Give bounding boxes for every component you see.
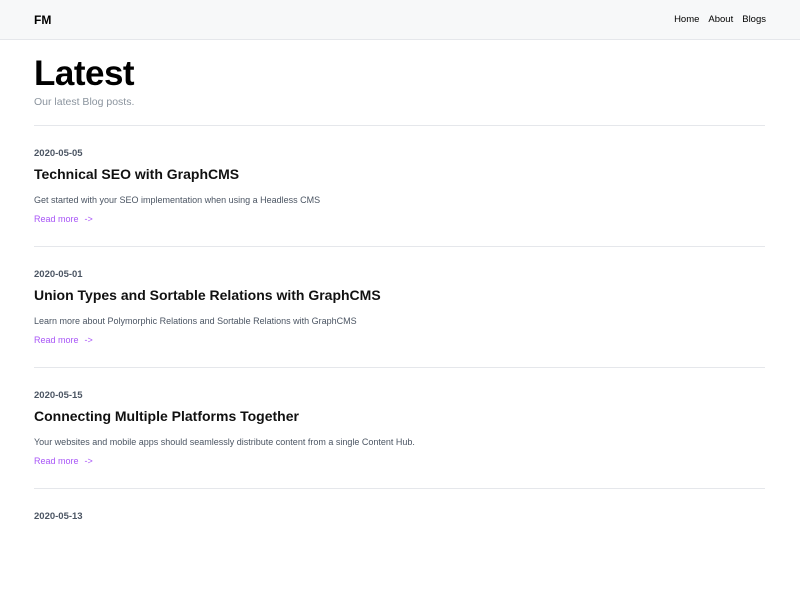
page-title: Latest [34, 54, 135, 93]
nav-about-link[interactable]: About [708, 14, 733, 25]
read-more-link[interactable]: Read more -> [34, 214, 93, 224]
nav-blogs-link[interactable]: Blogs [742, 14, 766, 25]
post-excerpt: Your websites and mobile apps should sea… [34, 437, 415, 447]
page-subtitle: Our latest Blog posts. [34, 96, 135, 108]
read-more-link[interactable]: Read more -> [34, 456, 93, 466]
post-item: 2020-05-01 Union Types and Sortable Rela… [34, 247, 765, 368]
main-content: Latest Our latest Blog posts. 2020-05-05… [34, 40, 765, 610]
main-nav: Home About Blogs [674, 14, 766, 25]
post-date: 2020-05-05 [34, 148, 83, 159]
post-title[interactable]: Technical SEO with GraphCMS [34, 166, 239, 182]
post-excerpt: Learn more about Polymorphic Relations a… [34, 316, 357, 326]
post-item: 2020-05-15 Connecting Multiple Platforms… [34, 368, 765, 489]
arrow-right-icon: -> [84, 456, 93, 466]
post-excerpt: Get started with your SEO implementation… [34, 195, 321, 205]
post-title[interactable]: Connecting Multiple Platforms Together [34, 408, 299, 424]
read-more-link[interactable]: Read more -> [34, 335, 93, 345]
top-navbar: FM Home About Blogs [0, 0, 800, 40]
post-item: 2020-05-13 [34, 489, 765, 610]
read-more-label: Read more [34, 456, 79, 466]
read-more-label: Read more [34, 335, 79, 345]
read-more-label: Read more [34, 214, 79, 224]
post-date: 2020-05-15 [34, 390, 83, 401]
post-item: 2020-05-05 Technical SEO with GraphCMS G… [34, 126, 765, 247]
arrow-right-icon: -> [84, 214, 93, 224]
brand-logo[interactable]: FM [34, 13, 51, 27]
post-date: 2020-05-01 [34, 269, 83, 280]
post-title[interactable]: Union Types and Sortable Relations with … [34, 287, 381, 303]
arrow-right-icon: -> [84, 335, 93, 345]
post-date: 2020-05-13 [34, 511, 83, 522]
nav-home-link[interactable]: Home [674, 14, 699, 25]
